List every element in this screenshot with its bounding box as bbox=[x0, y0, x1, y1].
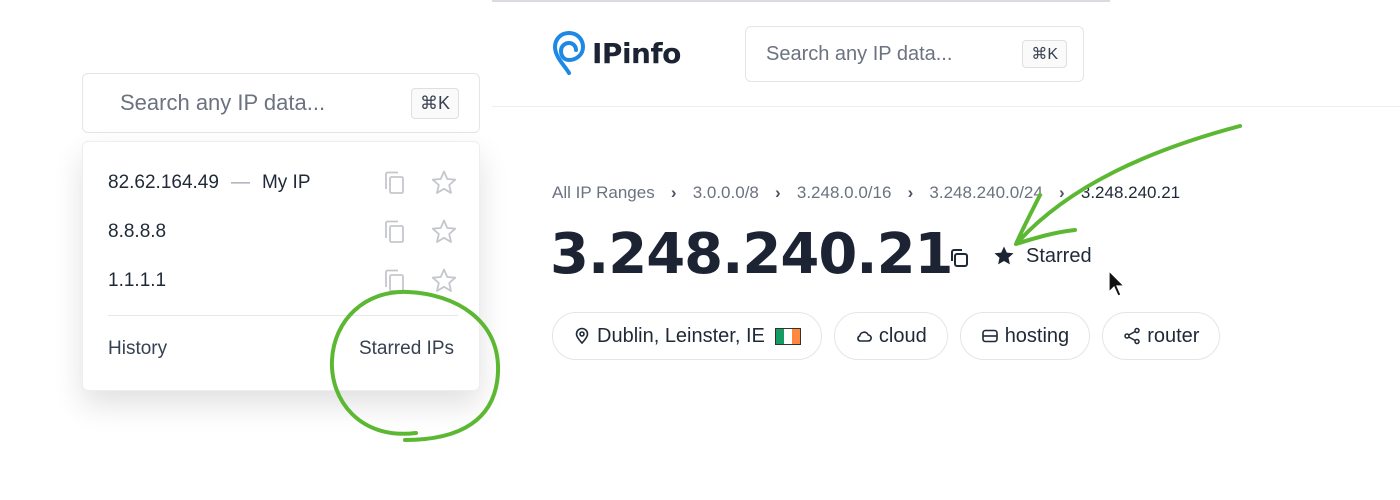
dropdown-footer: History Starred IPs bbox=[108, 338, 454, 360]
tag-hosting-label: hosting bbox=[1004, 324, 1070, 347]
chevron-right-icon: › bbox=[1059, 183, 1065, 202]
header-search-input[interactable]: Search any IP data... ⌘K bbox=[745, 26, 1084, 82]
logo-text: IPinfo bbox=[592, 36, 681, 70]
star-outline-icon[interactable] bbox=[430, 218, 458, 246]
starred-ips-link[interactable]: Starred IPs bbox=[359, 338, 454, 360]
star-outline-icon[interactable] bbox=[430, 169, 458, 197]
list-item-dash: — bbox=[230, 172, 250, 193]
header-search-shortcut: ⌘K bbox=[1022, 40, 1067, 68]
chevron-right-icon: › bbox=[907, 183, 914, 202]
copy-icon[interactable] bbox=[380, 267, 408, 295]
tag-cloud-label: cloud bbox=[878, 324, 927, 347]
chevron-right-icon: › bbox=[670, 183, 677, 202]
ipinfo-logo[interactable]: IPinfo bbox=[552, 30, 681, 76]
star-label: Starred bbox=[1026, 244, 1092, 267]
my-ip-label: My IP bbox=[261, 172, 311, 193]
location-pin-logo-icon bbox=[552, 31, 586, 75]
header-search-placeholder: Search any IP data... bbox=[766, 42, 953, 65]
ip-tags: Dublin, Leinster, IE cloud hosting route… bbox=[552, 312, 1221, 360]
top-divider bbox=[492, 0, 1110, 2]
breadcrumb-range-8[interactable]: 3.0.0.0/8 bbox=[693, 183, 759, 203]
tag-router-label: router bbox=[1147, 324, 1200, 347]
star-filled-icon bbox=[994, 246, 1014, 265]
list-item-ip: 82.62.164.49 bbox=[108, 172, 219, 193]
history-link[interactable]: History bbox=[108, 338, 167, 360]
dropdown-search-shortcut: ⌘K bbox=[410, 87, 459, 119]
breadcrumb-all-ip-ranges[interactable]: All IP Ranges bbox=[552, 183, 655, 203]
share-nodes-icon bbox=[1124, 327, 1140, 345]
tag-router[interactable]: router bbox=[1102, 312, 1221, 360]
page-title: 3.248.240.21 bbox=[550, 222, 954, 287]
tag-hosting[interactable]: hosting bbox=[959, 312, 1091, 360]
server-icon bbox=[981, 329, 998, 343]
list-item[interactable]: 1.1.1.1 bbox=[108, 261, 458, 301]
dropdown-divider bbox=[108, 315, 458, 316]
list-item[interactable]: 8.8.8.8 bbox=[108, 212, 458, 252]
location-pin-icon bbox=[575, 327, 589, 345]
breadcrumb-range-24[interactable]: 3.248.240.0/24 bbox=[929, 183, 1042, 203]
copy-icon[interactable] bbox=[947, 246, 971, 270]
search-dropdown: 82.62.164.49 — My IP 8.8.8.8 1.1.1.1 His… bbox=[82, 141, 480, 391]
chevron-right-icon: › bbox=[775, 183, 781, 202]
tag-location[interactable]: Dublin, Leinster, IE bbox=[552, 312, 822, 360]
tag-cloud[interactable]: cloud bbox=[833, 312, 948, 360]
list-item[interactable]: 82.62.164.49 — My IP bbox=[108, 163, 458, 203]
breadcrumb-current-ip: 3.248.240.21 bbox=[1080, 183, 1181, 202]
tag-location-label: Dublin, Leinster, IE bbox=[597, 324, 765, 347]
list-item-ip: 1.1.1.1 bbox=[108, 270, 167, 291]
copy-icon[interactable] bbox=[380, 169, 408, 197]
star-button[interactable]: Starred bbox=[992, 244, 1092, 268]
cloud-icon bbox=[857, 331, 872, 342]
copy-icon[interactable] bbox=[380, 218, 408, 246]
dropdown-search-placeholder: Search any IP data... bbox=[120, 90, 326, 115]
ireland-flag-icon bbox=[774, 327, 801, 345]
header-divider bbox=[492, 106, 1400, 107]
breadcrumb: All IP Ranges › 3.0.0.0/8 › 3.248.0.0/16… bbox=[552, 183, 1180, 203]
breadcrumb-range-16[interactable]: 3.248.0.0/16 bbox=[797, 183, 892, 203]
dropdown-search-input[interactable]: Search any IP data... ⌘K bbox=[82, 73, 480, 133]
list-item-ip: 8.8.8.8 bbox=[108, 221, 167, 242]
ip-detail-page: IPinfo Search any IP data... ⌘K All IP R… bbox=[492, 0, 1400, 500]
star-outline-icon[interactable] bbox=[430, 267, 458, 295]
